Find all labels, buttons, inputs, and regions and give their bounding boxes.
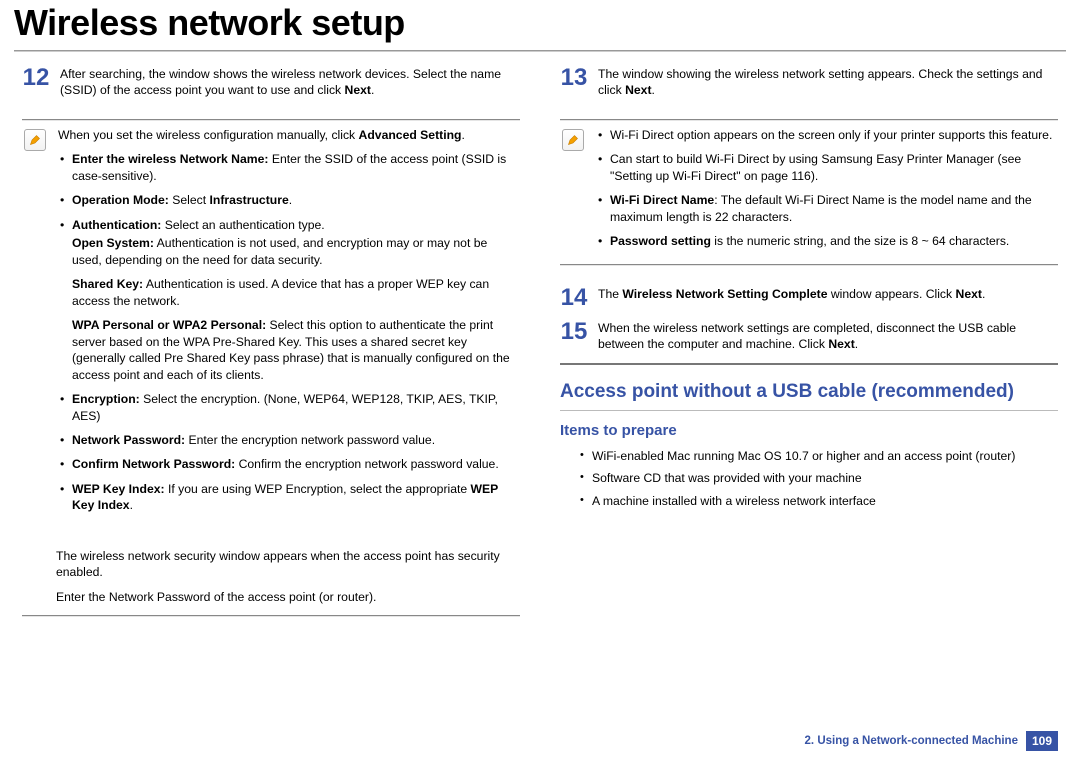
text: .: [652, 83, 655, 97]
section-rule: [22, 615, 520, 617]
sub-para: Open System: Authentication is not used,…: [72, 235, 520, 383]
bold: Next: [625, 83, 651, 97]
text: The window showing the wireless network …: [598, 67, 1042, 97]
note-icon: [24, 129, 46, 151]
step-number: 13: [560, 66, 588, 99]
lead: Open System:: [72, 236, 154, 250]
info-rule-bottom: [560, 264, 1058, 266]
tail-paragraph: The wireless network security window app…: [56, 548, 520, 581]
bold: Infrastructure: [209, 193, 288, 207]
rest: Select an authentication type.: [161, 218, 324, 232]
tail-paragraph: Enter the Network Password of the access…: [56, 589, 520, 605]
bullet-list: Wi-Fi Direct option appears on the scree…: [596, 127, 1058, 250]
info-content: Wi-Fi Direct option appears on the scree…: [596, 127, 1058, 258]
page-title: Wireless network setup: [0, 0, 1080, 50]
lead: Confirm Network Password:: [72, 457, 235, 471]
subsection-heading: Items to prepare: [560, 421, 1058, 441]
chapter-label: 2. Using a Network-connected Machine: [805, 735, 1018, 747]
note-icon: [562, 129, 584, 151]
h2-rule-top: [560, 363, 1058, 365]
step-14: 14 The Wireless Network Setting Complete…: [560, 286, 1058, 310]
rest: Enter the encryption network password va…: [185, 433, 435, 447]
lead: Network Password:: [72, 433, 185, 447]
text: window appears. Click: [827, 287, 955, 301]
lead: Operation Mode:: [72, 193, 169, 207]
bold: Next: [345, 83, 371, 97]
tail: .: [289, 193, 292, 207]
text: When the wireless network settings are c…: [598, 321, 1016, 351]
lead: Enter the wireless Network Name:: [72, 152, 268, 166]
step-body: When the wireless network settings are c…: [598, 320, 1058, 353]
bold: Wireless Network Setting Complete: [622, 287, 827, 301]
info-content: When you set the wireless configuration …: [58, 127, 520, 522]
title-rule: [14, 50, 1066, 52]
list-item: WiFi-enabled Mac running Mac OS 10.7 or …: [578, 448, 1058, 464]
page-number-badge: 109: [1026, 731, 1058, 751]
bold: Advanced Setting: [359, 128, 462, 142]
step-15: 15 When the wireless network settings ar…: [560, 320, 1058, 353]
info-box: Wi-Fi Direct option appears on the scree…: [560, 109, 1058, 276]
step-body: The window showing the wireless network …: [598, 66, 1058, 99]
info-intro: When you set the wireless configuration …: [58, 128, 359, 142]
lead: WPA Personal or WPA2 Personal:: [72, 318, 266, 332]
prepare-list: WiFi-enabled Mac running Mac OS 10.7 or …: [560, 448, 1058, 509]
rest: If you are using WEP Encryption, select …: [165, 482, 471, 496]
bold: Next: [956, 287, 982, 301]
step-number: 12: [22, 66, 50, 99]
bold: Next: [828, 337, 854, 351]
lead: Wi-Fi Direct Name: [610, 193, 714, 207]
step-body: After searching, the window shows the wi…: [60, 66, 520, 99]
h2-rule-bottom: [560, 410, 1058, 411]
step-13: 13 The window showing the wireless netwo…: [560, 66, 1058, 99]
right-column: 13 The window showing the wireless netwo…: [560, 66, 1058, 617]
lead: Password setting: [610, 234, 711, 248]
list-item: A machine installed with a wireless netw…: [578, 493, 1058, 509]
rest: is the numeric string, and the size is 8…: [711, 234, 1009, 248]
page-footer: 2. Using a Network-connected Machine 109: [805, 731, 1058, 751]
step-body: The Wireless Network Setting Complete wi…: [598, 286, 1058, 310]
tail: .: [130, 498, 133, 512]
list-item: Password setting is the numeric string, …: [596, 233, 1058, 249]
list-item: Authentication: Select an authentication…: [58, 217, 520, 383]
section-heading: Access point without a USB cable (recomm…: [560, 379, 1058, 405]
left-column: 12 After searching, the window shows the…: [22, 66, 520, 617]
text: .: [855, 337, 858, 351]
lead: Authentication:: [72, 218, 161, 232]
step-text: After searching, the window shows the wi…: [60, 67, 501, 97]
lead: Shared Key:: [72, 277, 143, 291]
rest: Select: [169, 193, 210, 207]
list-item: Confirm Network Password: Confirm the en…: [58, 456, 520, 472]
list-item: Can start to build Wi-Fi Direct by using…: [596, 151, 1058, 184]
lead: WEP Key Index:: [72, 482, 165, 496]
list-item: Operation Mode: Select Infrastructure.: [58, 192, 520, 208]
list-item: Wi-Fi Direct option appears on the scree…: [596, 127, 1058, 143]
bullet-list: Enter the wireless Network Name: Enter t…: [58, 151, 520, 513]
list-item: Enter the wireless Network Name: Enter t…: [58, 151, 520, 184]
list-item: Wi-Fi Direct Name: The default Wi-Fi Dir…: [596, 192, 1058, 225]
rest: Confirm the encryption network password …: [235, 457, 499, 471]
list-item: Software CD that was provided with your …: [578, 470, 1058, 486]
content-columns: 12 After searching, the window shows the…: [0, 60, 1080, 617]
step-12: 12 After searching, the window shows the…: [22, 66, 520, 99]
list-item: Encryption: Select the encryption. (None…: [58, 391, 520, 424]
step-number: 15: [560, 320, 588, 353]
lead: Encryption:: [72, 392, 140, 406]
text: .: [982, 287, 985, 301]
text: The: [598, 287, 622, 301]
list-item: Network Password: Enter the encryption n…: [58, 432, 520, 448]
info-box: When you set the wireless configuration …: [22, 109, 520, 538]
text: .: [461, 128, 464, 142]
step-number: 14: [560, 286, 588, 310]
step-text-tail: .: [371, 83, 374, 97]
list-item: WEP Key Index: If you are using WEP Encr…: [58, 481, 520, 514]
